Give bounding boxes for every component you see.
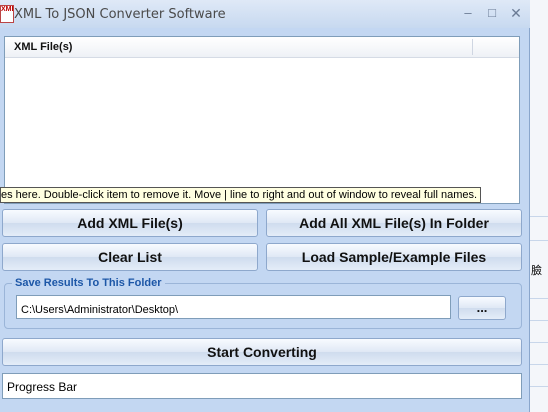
background-line [530, 216, 548, 217]
background-line [530, 342, 548, 343]
background-glyph: 臉 [531, 264, 542, 277]
clear-list-button[interactable]: Clear List [2, 243, 258, 271]
column-header-xml-files[interactable]: XML File(s) [14, 41, 72, 53]
save-folder-label: Save Results To This Folder [12, 277, 165, 289]
window-title: XML To JSON Converter Software [14, 7, 226, 22]
add-files-button[interactable]: Add XML File(s) [2, 209, 258, 237]
browse-button[interactable]: ... [458, 296, 506, 320]
close-button[interactable]: ✕ [506, 4, 526, 22]
background-line [530, 386, 548, 387]
progress-label: Progress Bar [7, 380, 78, 394]
app-icon: XML [0, 5, 14, 23]
tooltip: es here. Double-click item to remove it.… [0, 187, 482, 203]
progress-bar: Progress Bar [2, 373, 522, 399]
list-header[interactable]: XML File(s) [5, 37, 519, 58]
save-folder-path-input[interactable] [16, 295, 451, 319]
background-line [530, 364, 548, 365]
minimize-button[interactable]: – [458, 4, 478, 22]
app-window: XML XML To JSON Converter Software – □ ✕… [0, 0, 530, 412]
background-window [530, 0, 548, 412]
background-line [530, 320, 548, 321]
start-converting-button[interactable]: Start Converting [2, 338, 522, 366]
load-samples-button[interactable]: Load Sample/Example Files [266, 243, 522, 271]
background-line [530, 298, 548, 299]
add-folder-button[interactable]: Add All XML File(s) In Folder [266, 209, 522, 237]
maximize-button[interactable]: □ [482, 4, 502, 22]
background-line [530, 240, 548, 241]
column-divider[interactable] [472, 39, 473, 55]
xml-file-list[interactable]: XML File(s) [4, 36, 520, 204]
title-bar[interactable]: XML XML To JSON Converter Software – □ ✕ [0, 0, 530, 28]
